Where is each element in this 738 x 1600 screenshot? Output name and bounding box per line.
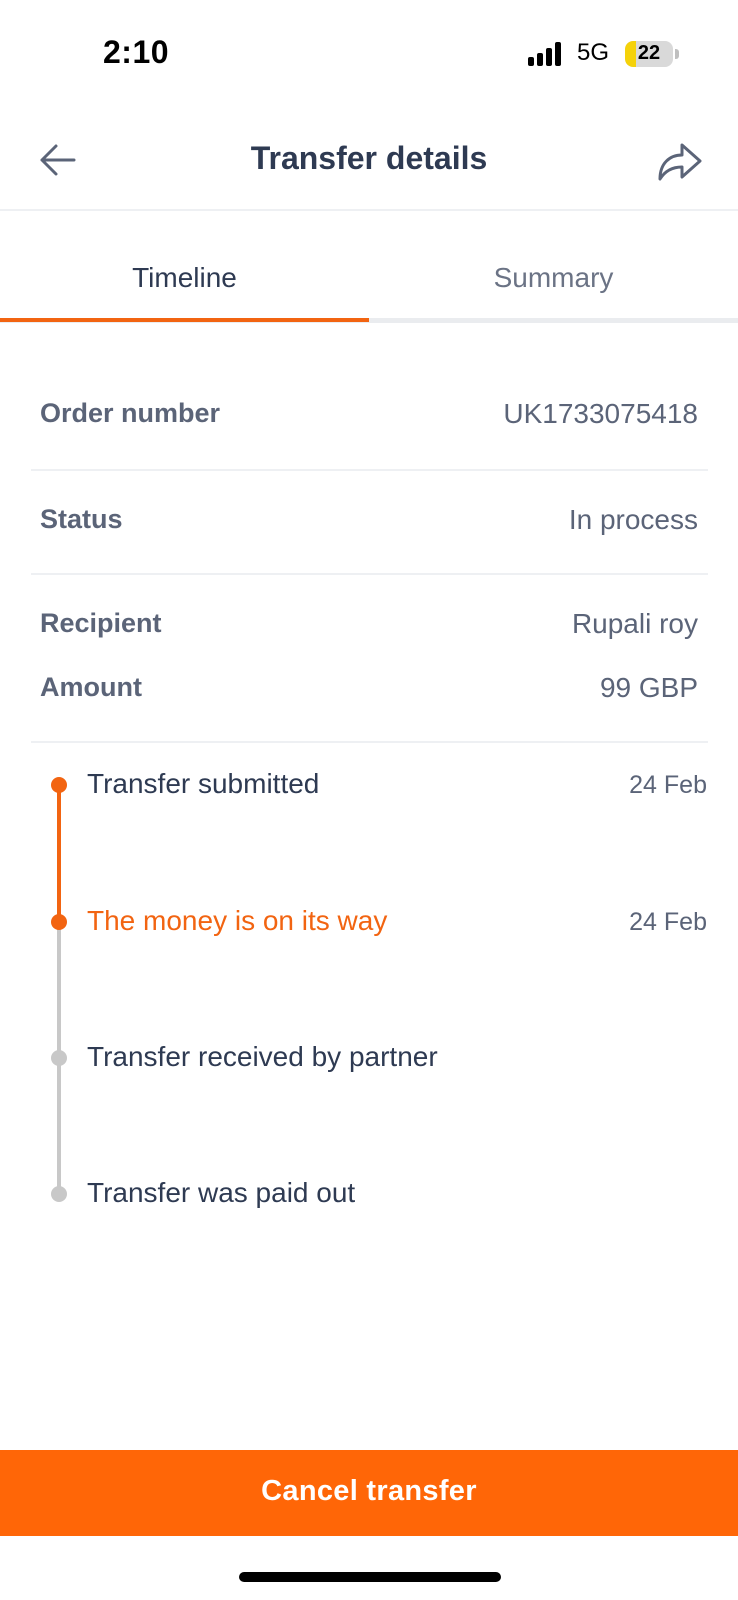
divider xyxy=(31,741,708,743)
cancel-transfer-button[interactable]: Cancel transfer xyxy=(0,1450,738,1536)
status-bar: 2:10 5G 22 xyxy=(0,0,738,100)
cancel-transfer-label: Cancel transfer xyxy=(261,1475,477,1507)
timeline-step-on-its-way: The money is on its way xyxy=(87,905,388,936)
amount-label: Amount xyxy=(40,672,142,702)
timeline-progress-line xyxy=(57,785,61,922)
share-button[interactable] xyxy=(650,133,706,187)
tab-active-indicator xyxy=(0,318,369,322)
recipient-value: Rupali roy xyxy=(571,608,698,639)
amount-value: 99 GBP xyxy=(599,672,698,703)
battery-nub xyxy=(675,49,679,59)
battery-icon: 22 xyxy=(625,41,673,67)
timeline-step-paid-out: Transfer was paid out xyxy=(87,1177,356,1208)
timeline-step-on-its-way-date: 24 Feb xyxy=(629,908,707,936)
order-number-label: Order number xyxy=(40,398,221,428)
transfer-details-screen: 2:10 5G 22 Transfer details Timeline Sum… xyxy=(0,0,738,1600)
tab-bar: Timeline Summary xyxy=(0,212,738,324)
page-title: Transfer details xyxy=(250,140,488,176)
nav-header: Transfer details xyxy=(0,105,738,211)
network-type: 5G xyxy=(577,39,610,66)
timeline-dot-done xyxy=(51,777,67,793)
timeline-step-submitted-date: 24 Feb xyxy=(629,771,707,799)
share-icon xyxy=(658,143,702,181)
recipient-label: Recipient xyxy=(40,608,162,638)
tab-timeline[interactable]: Timeline xyxy=(0,212,369,324)
divider xyxy=(31,573,708,575)
home-indicator xyxy=(239,1572,501,1582)
timeline-dot-pending xyxy=(51,1050,67,1066)
divider xyxy=(31,469,708,471)
timeline-dot-pending xyxy=(51,1186,67,1202)
tab-summary-label: Summary xyxy=(493,262,614,293)
signal-icon xyxy=(528,42,568,66)
status-label: Status xyxy=(40,504,123,534)
status-time: 2:10 xyxy=(103,34,170,70)
timeline-step-submitted: Transfer submitted xyxy=(87,768,320,799)
order-number-value: UK1733075418 xyxy=(503,398,698,429)
battery-level: 22 xyxy=(637,42,661,64)
tab-summary[interactable]: Summary xyxy=(369,212,738,324)
timeline-step-received: Transfer received by partner xyxy=(87,1041,438,1072)
status-value: In process xyxy=(568,504,698,535)
tab-timeline-label: Timeline xyxy=(132,262,237,293)
timeline-dot-current xyxy=(51,914,67,930)
